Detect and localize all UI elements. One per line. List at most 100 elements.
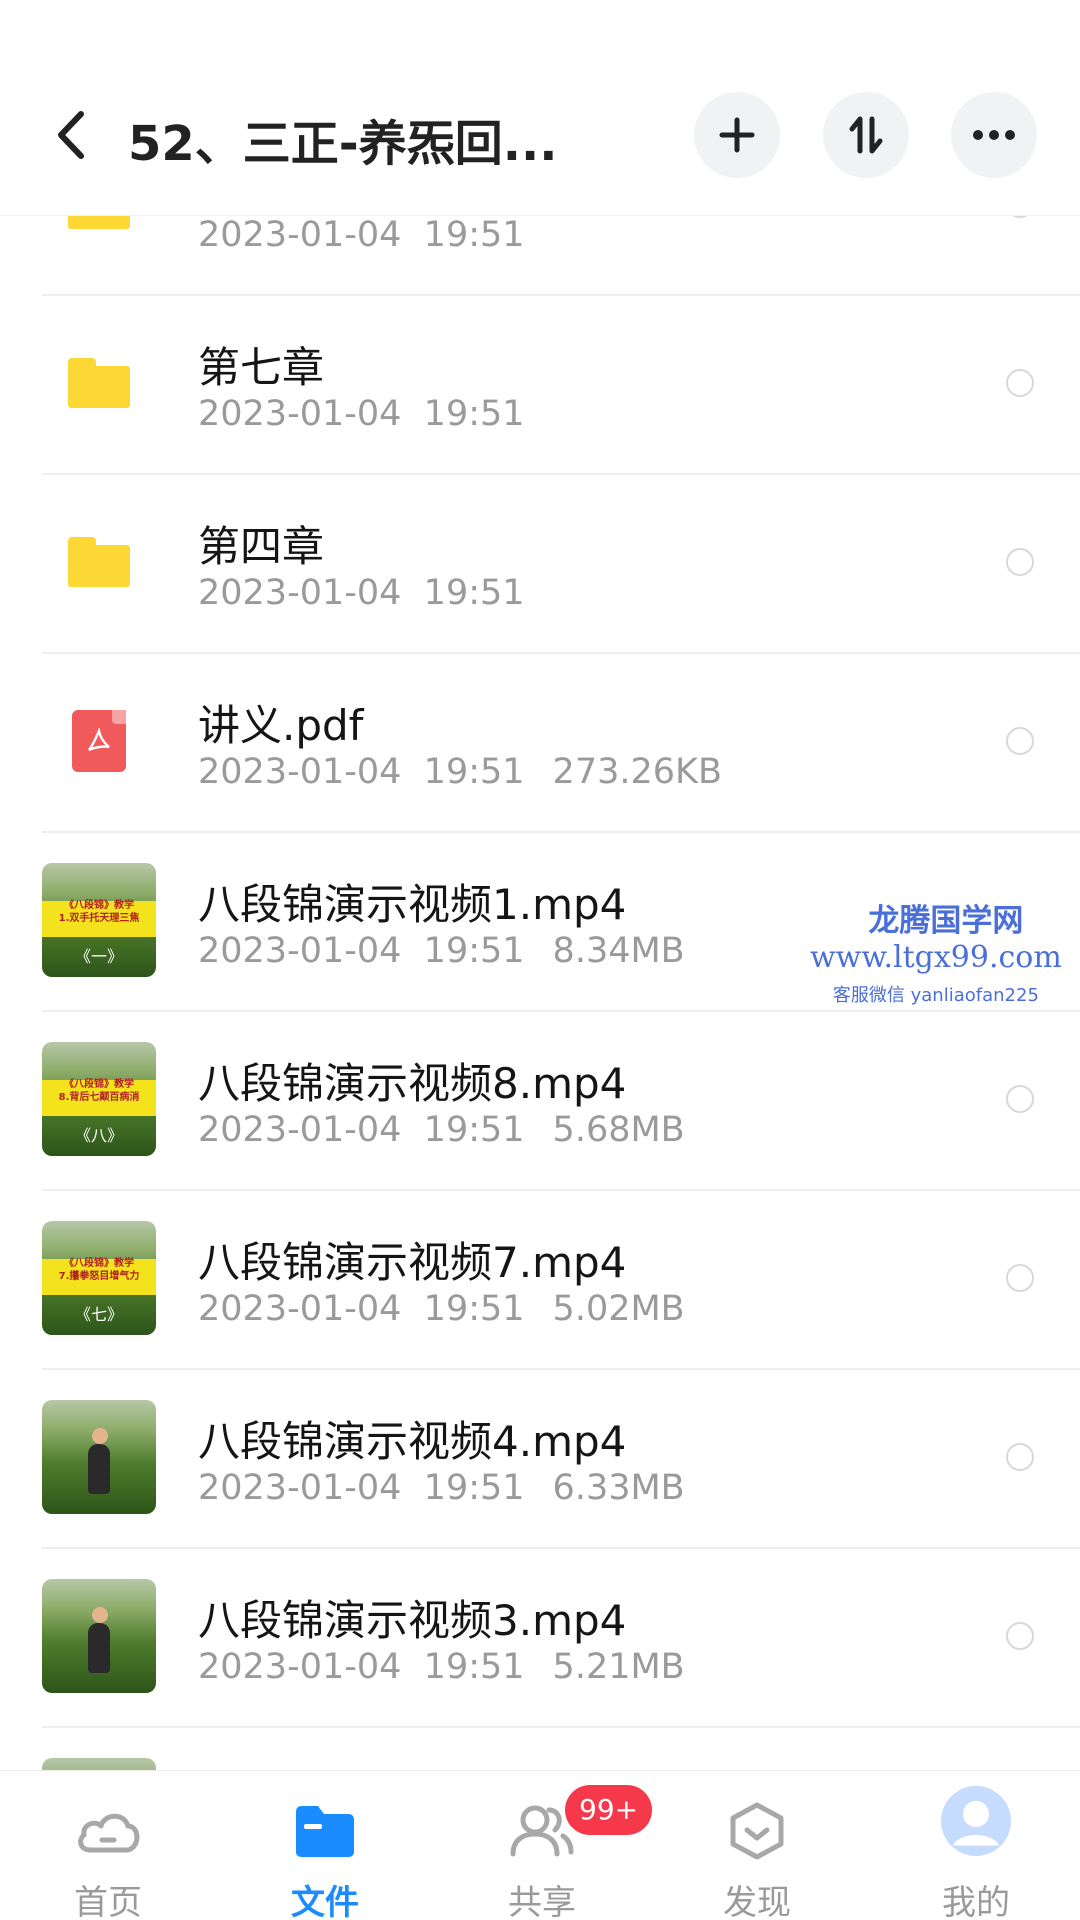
plus-icon xyxy=(719,117,755,153)
page-title: 52、三正-养炁回... xyxy=(128,116,558,172)
nav-profile[interactable]: 我的 xyxy=(896,1771,1056,1920)
add-button[interactable] xyxy=(694,92,780,178)
thumb-subtitle: 1.双手托天理三焦 xyxy=(58,913,140,924)
folder-icon xyxy=(296,1806,354,1857)
file-meta: 2023-01-04 19:51 273.26KB xyxy=(198,752,722,792)
file-meta: 2023-01-04 19:51 xyxy=(198,215,525,255)
select-radio[interactable] xyxy=(1006,1443,1034,1471)
cloud-icon xyxy=(78,1813,140,1853)
file-time: 19:51 xyxy=(423,1289,525,1329)
file-name: 第四章 xyxy=(198,522,325,571)
file-size: 6.33MB xyxy=(552,1468,685,1508)
thumb-title: 《八段锦》教学 xyxy=(64,1258,134,1269)
file-time: 19:51 xyxy=(423,1647,525,1687)
file-name: 八段锦演示视频3.mp4 xyxy=(198,1596,627,1645)
file-name: 讲义.pdf xyxy=(198,701,364,750)
video-thumbnail: 《八段锦》教学 7.攥拳怒目增气力 《七》 xyxy=(42,1221,156,1335)
sort-icon xyxy=(849,116,883,154)
video-thumbnail xyxy=(42,1400,156,1514)
list-item[interactable]: 《八段锦》教学 7.攥拳怒目增气力 《七》 八段锦演示视频7.mp4 2023-0… xyxy=(0,1191,1080,1370)
list-item[interactable]: 《八段锦》教学 8.背后七颠百病消 《八》 八段锦演示视频8.mp4 2023-0… xyxy=(0,1012,1080,1191)
file-date: 2023-01-04 xyxy=(198,1289,402,1329)
nav-label: 发现 xyxy=(723,1883,791,1920)
file-date: 2023-01-04 xyxy=(198,752,402,792)
discover-icon xyxy=(730,1802,784,1860)
file-time: 19:51 xyxy=(423,215,525,255)
select-radio[interactable] xyxy=(1006,369,1034,397)
select-radio[interactable] xyxy=(1006,727,1034,755)
thumb-subtitle: 7.攥拳怒目增气力 xyxy=(58,1271,140,1282)
share-badge: 99+ xyxy=(565,1785,653,1835)
video-thumbnail: 《八段锦》教学 1.双手托天理三焦 《一》 xyxy=(42,863,156,977)
file-meta: 2023-01-04 19:51 5.68MB xyxy=(198,1110,685,1150)
file-date: 2023-01-04 xyxy=(198,394,402,434)
file-meta: 2023-01-04 19:51 5.21MB xyxy=(198,1647,685,1687)
file-meta: 2023-01-04 19:51 xyxy=(198,573,525,613)
watermark: 龙腾国学网 www.ltgx99.com 客服微信 yanliaofan225 xyxy=(810,895,1062,1007)
file-name: 第七章 xyxy=(198,343,325,392)
file-name: 八段锦演示视频4.mp4 xyxy=(198,1417,627,1466)
thumb-title: 《八段锦》教学 xyxy=(64,900,134,911)
file-name: 八段锦演示视频7.mp4 xyxy=(198,1238,627,1287)
list-item[interactable]: 讲义.pdf 2023-01-04 19:51 273.26KB xyxy=(0,654,1080,833)
file-meta: 2023-01-04 19:51 6.33MB xyxy=(198,1468,685,1508)
watermark-url: www.ltgx99.com xyxy=(810,940,1062,975)
thumb-number: 《八》 xyxy=(74,1126,123,1145)
file-date: 2023-01-04 xyxy=(198,931,402,971)
file-list: 2023-01-04 19:51 第七章 2023-01-04 19:51 第四… xyxy=(0,0,1080,1770)
file-size: 5.02MB xyxy=(552,1289,685,1329)
video-thumbnail xyxy=(42,1758,156,1770)
file-size: 5.68MB xyxy=(552,1110,685,1150)
sort-button[interactable] xyxy=(823,92,909,178)
thumb-number: 《一》 xyxy=(74,947,123,966)
file-date: 2023-01-04 xyxy=(198,1647,402,1687)
video-thumbnail xyxy=(42,1579,156,1693)
nav-files[interactable]: 文件 xyxy=(245,1771,405,1920)
nav-label: 我的 xyxy=(942,1883,1010,1920)
file-time: 19:51 xyxy=(423,931,525,971)
avatar-icon xyxy=(941,1786,1011,1856)
nav-label: 共享 xyxy=(508,1883,576,1920)
thumb-subtitle: 8.背后七颠百病消 xyxy=(58,1092,140,1103)
file-size: 8.34MB xyxy=(552,931,685,971)
select-radio[interactable] xyxy=(1006,1085,1034,1113)
file-date: 2023-01-04 xyxy=(198,1110,402,1150)
file-date: 2023-01-04 xyxy=(198,215,402,255)
nav-home[interactable]: 首页 xyxy=(28,1771,188,1920)
file-time: 19:51 xyxy=(423,1468,525,1508)
list-item[interactable]: 第七章 2023-01-04 19:51 xyxy=(0,296,1080,475)
thumb-number: 《七》 xyxy=(74,1305,123,1324)
file-time: 19:51 xyxy=(423,394,525,434)
select-radio[interactable] xyxy=(1006,1622,1034,1650)
top-bar: 52、三正-养炁回... xyxy=(0,0,1080,216)
file-name: 八段锦演示视频1.mp4 xyxy=(198,880,627,929)
select-radio[interactable] xyxy=(1006,548,1034,576)
nav-label: 文件 xyxy=(291,1883,359,1920)
file-meta: 2023-01-04 19:51 5.02MB xyxy=(198,1289,685,1329)
file-meta: 2023-01-04 19:51 xyxy=(198,394,525,434)
file-time: 19:51 xyxy=(423,573,525,613)
pdf-icon xyxy=(42,684,156,798)
thumb-title: 《八段锦》教学 xyxy=(64,1079,134,1090)
file-name: 八段锦演示视频8.mp4 xyxy=(198,1059,627,1108)
file-size: 5.21MB xyxy=(552,1647,685,1687)
nav-discover[interactable]: 发现 xyxy=(677,1771,837,1920)
file-date: 2023-01-04 xyxy=(198,1468,402,1508)
more-button[interactable] xyxy=(951,92,1037,178)
select-radio[interactable] xyxy=(1006,1264,1034,1292)
bottom-nav: 首页 文件 共享 发现 我的 xyxy=(0,1770,1080,1920)
video-thumbnail: 《八段锦》教学 8.背后七颠百病消 《八》 xyxy=(42,1042,156,1156)
list-item[interactable]: 八段锦演示视频3.mp4 2023-01-04 19:51 5.21MB xyxy=(0,1549,1080,1728)
folder-icon xyxy=(42,326,156,440)
file-time: 19:51 xyxy=(423,1110,525,1150)
folder-icon xyxy=(42,505,156,619)
file-date: 2023-01-04 xyxy=(198,573,402,613)
back-button[interactable] xyxy=(40,100,100,170)
watermark-contact: 客服微信 yanliaofan225 xyxy=(832,985,1039,1006)
list-item[interactable]: 第四章 2023-01-04 19:51 xyxy=(0,475,1080,654)
watermark-brand: 龙腾国学网 xyxy=(868,903,1024,939)
chevron-left-icon xyxy=(58,111,84,159)
list-item[interactable] xyxy=(0,1728,1080,1770)
list-item[interactable]: 八段锦演示视频4.mp4 2023-01-04 19:51 6.33MB xyxy=(0,1370,1080,1549)
file-time: 19:51 xyxy=(423,752,525,792)
